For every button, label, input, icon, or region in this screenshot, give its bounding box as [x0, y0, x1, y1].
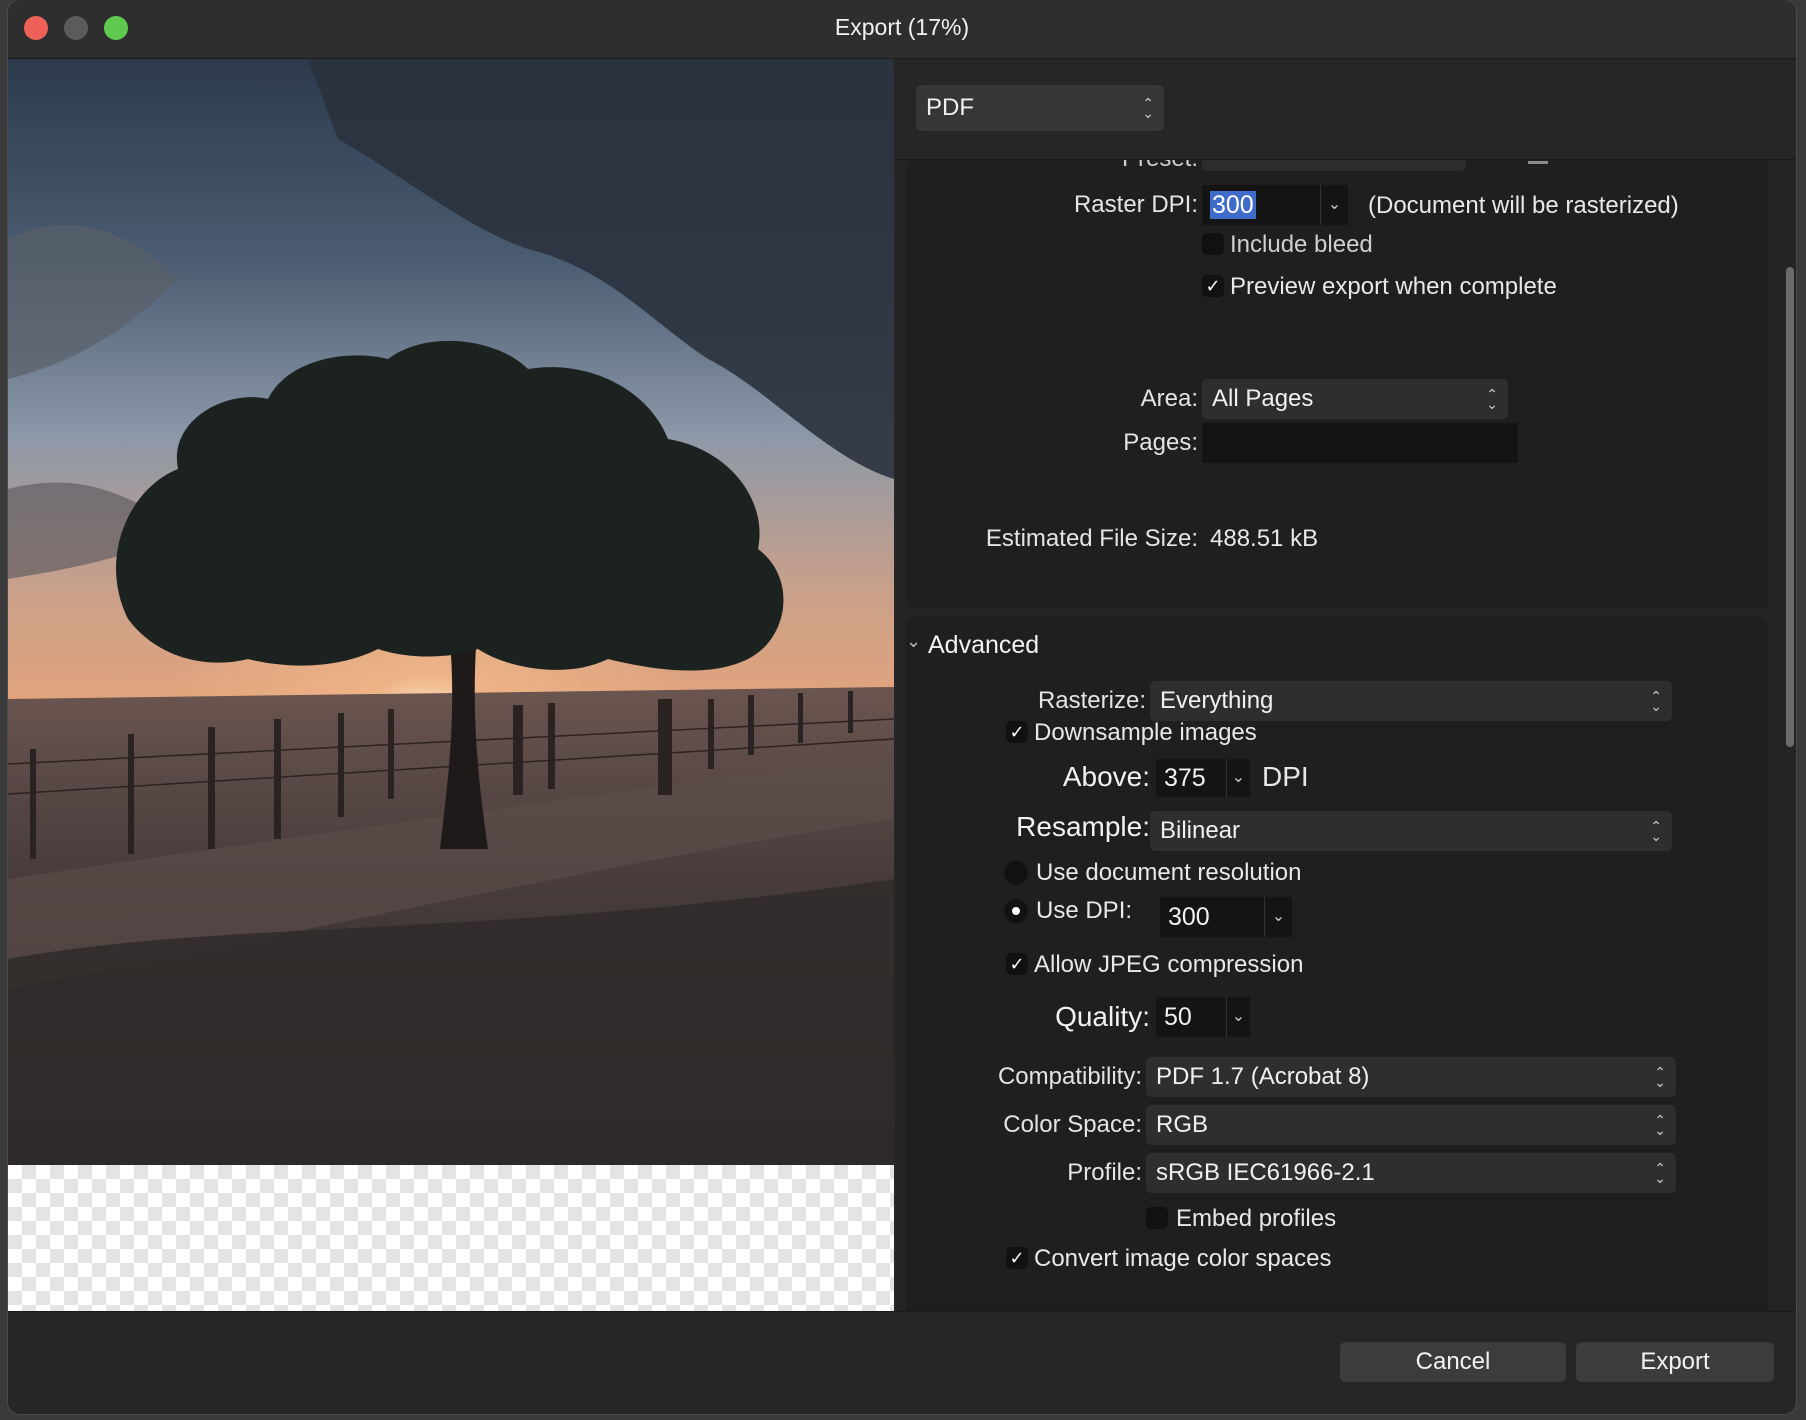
title-bar: Export (17%) — [8, 0, 1796, 59]
updown-chevron-icon: ⌃ ⌄ — [1142, 95, 1154, 121]
embed-profiles-checkbox[interactable] — [1146, 1207, 1168, 1229]
profile-label: Profile: — [1067, 1159, 1142, 1186]
format-row: PDF ⌃ ⌄ — [896, 59, 1796, 160]
estimated-size-value: 488.51 kB — [1210, 525, 1319, 552]
pages-label: Pages: — [1123, 429, 1198, 456]
cancel-button[interactable]: Cancel — [1340, 1342, 1566, 1382]
quality-field[interactable]: 50 — [1156, 997, 1226, 1037]
profile-popup[interactable]: sRGB IEC61966-2.1 ⌃ ⌄ — [1146, 1153, 1676, 1193]
above-value: 375 — [1164, 764, 1206, 792]
raster-dpi-field[interactable]: 300 — [1202, 185, 1320, 225]
export-preview — [8, 59, 894, 1311]
updown-chevron-icon: ⌃ ⌄ — [1650, 688, 1662, 714]
compatibility-label: Compatibility: — [997, 1063, 1142, 1090]
raster-dpi-dropdown[interactable]: ⌄ — [1320, 185, 1348, 225]
rasterize-popup[interactable]: Everything ⌃ ⌄ — [1150, 681, 1672, 721]
advanced-section: ⌄ Advanced Rasterize: Everything ⌃ ⌄ ✓ Do… — [906, 617, 1768, 1317]
quality-label: Quality: — [1055, 1001, 1150, 1032]
settings-panel: PDF ⌃⌄ Preset: Raster DPI: 300 ⌄ (Docume… — [896, 59, 1796, 1317]
landscape-tree-image — [8, 59, 894, 1165]
downsample-checkbox[interactable]: ✓ — [1006, 721, 1028, 743]
area-label: Area: — [1140, 385, 1198, 412]
updown-chevron-icon: ⌃ ⌄ — [1654, 1160, 1666, 1186]
include-bleed-checkbox[interactable] — [1202, 233, 1224, 255]
raster-dpi-label: Raster DPI: — [1073, 191, 1198, 218]
convert-color-spaces-label: Convert image color spaces — [1034, 1245, 1332, 1272]
color-space-value: RGB — [1156, 1111, 1209, 1138]
use-dpi-radio[interactable] — [1004, 899, 1028, 923]
use-dpi-label: Use DPI: — [1036, 897, 1133, 924]
chevron-down-icon: ⌄ — [1327, 196, 1342, 213]
area-popup[interactable]: All Pages ⌃ ⌄ — [1202, 379, 1508, 419]
preset-menu-icon[interactable] — [1528, 161, 1548, 164]
downsample-label: Downsample images — [1034, 719, 1257, 746]
compatibility-value: PDF 1.7 (Acrobat 8) — [1156, 1063, 1370, 1090]
export-button[interactable]: Export — [1576, 1342, 1774, 1382]
window-title: Export (17%) — [834, 14, 970, 40]
checkmark-icon: ✓ — [1009, 722, 1025, 742]
resample-value: Bilinear — [1160, 817, 1241, 844]
color-space-popup[interactable]: RGB ⌃ ⌄ — [1146, 1105, 1676, 1145]
updown-chevron-icon: ⌃ ⌄ — [1650, 818, 1662, 844]
embed-profiles-label: Embed profiles — [1176, 1205, 1337, 1232]
updown-chevron-icon: ⌃ ⌄ — [1486, 386, 1498, 412]
transparent-area — [8, 1165, 894, 1311]
rasterize-label: Rasterize: — [1037, 687, 1146, 714]
resample-popup[interactable]: Bilinear ⌃ ⌄ — [1150, 811, 1672, 851]
area-value: All Pages — [1212, 385, 1314, 412]
raster-dpi-value: 300 — [1210, 191, 1256, 219]
convert-color-spaces-checkbox[interactable]: ✓ — [1006, 1247, 1028, 1269]
above-field[interactable]: 375 — [1156, 759, 1226, 797]
settings-scrollbar[interactable] — [1784, 207, 1796, 1267]
above-dropdown[interactable]: ⌄ — [1226, 759, 1250, 797]
export-dialog: Export (17%) PDF ⌃ ⌄ Raster DPI: 300 ⌄ (… — [8, 0, 1796, 1414]
use-dpi-value: 300 — [1168, 903, 1210, 931]
use-document-resolution-radio[interactable] — [1004, 861, 1028, 885]
updown-chevron-icon: ⌃ ⌄ — [1654, 1112, 1666, 1138]
above-unit: DPI — [1262, 761, 1309, 792]
chevron-down-icon: ⌄ — [1231, 1008, 1246, 1025]
allow-jpeg-label: Allow JPEG compression — [1034, 951, 1304, 978]
checkmark-icon: ✓ — [1009, 954, 1025, 974]
use-dpi-dropdown[interactable]: ⌄ — [1264, 897, 1292, 937]
include-bleed-label: Include bleed — [1230, 231, 1373, 258]
general-section: Preset: Raster DPI: 300 ⌄ (Document will… — [906, 145, 1768, 609]
preview-export-label: Preview export when complete — [1230, 273, 1557, 300]
use-dpi-field[interactable]: 300 — [1160, 897, 1264, 937]
dialog-footer: Cancel Export — [8, 1311, 1796, 1414]
estimated-size-label: Estimated File Size: — [985, 525, 1198, 552]
pages-field[interactable] — [1202, 423, 1518, 463]
quality-value: 50 — [1164, 1003, 1192, 1031]
profile-value: sRGB IEC61966-2.1 — [1156, 1159, 1375, 1186]
format-popup[interactable]: PDF ⌃ ⌄ — [916, 85, 1164, 131]
resample-label: Resample: — [1016, 811, 1150, 842]
rasterize-value: Everything — [1160, 687, 1274, 714]
compatibility-popup[interactable]: PDF 1.7 (Acrobat 8) ⌃ ⌄ — [1146, 1057, 1676, 1097]
use-document-resolution-label: Use document resolution — [1036, 859, 1302, 886]
preview-export-checkbox[interactable]: ✓ — [1202, 275, 1224, 297]
scrollbar-thumb[interactable] — [1786, 267, 1794, 747]
updown-chevron-icon: ⌃ ⌄ — [1654, 1064, 1666, 1090]
above-label: Above: — [1062, 761, 1150, 792]
checkmark-icon: ✓ — [1205, 276, 1221, 296]
advanced-header[interactable]: Advanced — [928, 631, 1039, 660]
chevron-down-icon: ⌄ — [1271, 908, 1286, 925]
checkmark-icon: ✓ — [1009, 1248, 1025, 1268]
quality-dropdown[interactable]: ⌄ — [1226, 997, 1250, 1037]
raster-note: (Document will be rasterized) — [1368, 192, 1679, 219]
preview-image — [8, 59, 894, 1165]
chevron-down-icon: ⌄ — [1231, 769, 1246, 786]
allow-jpeg-checkbox[interactable]: ✓ — [1006, 953, 1028, 975]
color-space-label: Color Space: — [1003, 1111, 1142, 1138]
disclosure-chevron-icon[interactable]: ⌄ — [906, 631, 921, 652]
format-value: PDF — [926, 94, 974, 121]
